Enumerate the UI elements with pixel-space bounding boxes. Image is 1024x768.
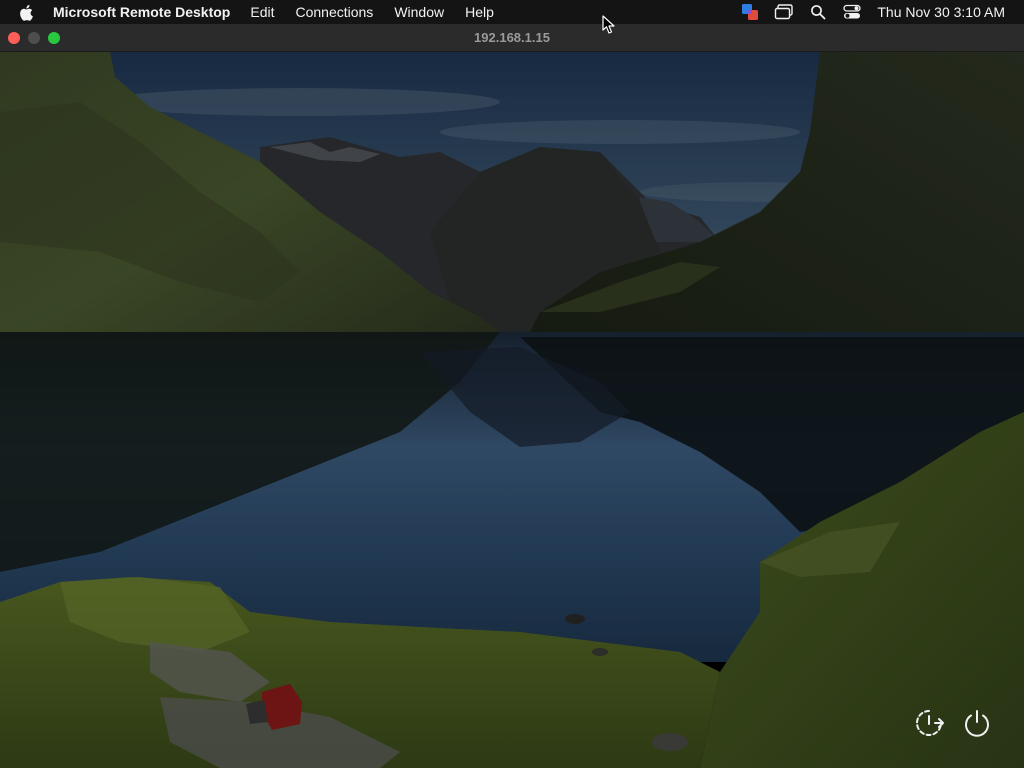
menu-bar: Microsoft Remote Desktop Edit Connection…: [0, 0, 1024, 24]
power-icon[interactable]: [960, 706, 994, 740]
menu-help[interactable]: Help: [465, 0, 494, 24]
menu-edit[interactable]: Edit: [250, 0, 274, 24]
apple-logo-icon[interactable]: [18, 3, 34, 21]
login-controls: [898, 706, 994, 740]
restart-icon[interactable]: [912, 706, 946, 740]
mountain-lake-wallpaper: [0, 52, 1024, 768]
screens-icon[interactable]: [773, 2, 795, 22]
status-area: Thu Nov 30 3:10 AM: [739, 0, 1024, 24]
menu-connections[interactable]: Connections: [295, 0, 373, 24]
menu-window[interactable]: Window: [394, 0, 444, 24]
window-title-bar[interactable]: 192.168.1.15: [0, 24, 1024, 52]
control-center-icon[interactable]: [841, 2, 863, 22]
mouse-cursor-icon: [602, 15, 615, 34]
window-title: 192.168.1.15: [474, 30, 550, 45]
remote-desktop-view[interactable]: [0, 52, 1024, 768]
app-name-menu[interactable]: Microsoft Remote Desktop: [53, 0, 230, 24]
search-icon[interactable]: [807, 2, 829, 22]
menubar-clock[interactable]: Thu Nov 30 3:10 AM: [877, 4, 1005, 20]
remote-desktop-status-icon[interactable]: [739, 2, 761, 22]
